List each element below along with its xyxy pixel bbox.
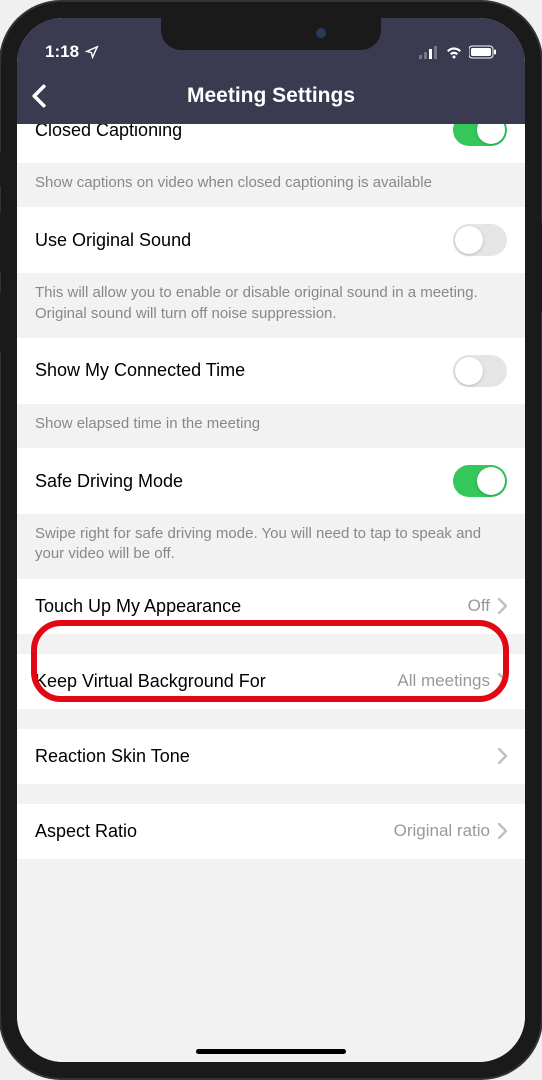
virtual-background-value: All meetings bbox=[397, 671, 490, 691]
safe-driving-description: Swipe right for safe driving mode. You w… bbox=[17, 514, 525, 579]
closed-captioning-toggle[interactable] bbox=[453, 124, 507, 146]
chevron-right-icon bbox=[498, 598, 507, 614]
touch-up-appearance-row[interactable]: Touch Up My Appearance Off bbox=[17, 579, 525, 634]
virtual-background-value-wrap: All meetings bbox=[397, 671, 507, 691]
back-button[interactable] bbox=[31, 84, 47, 108]
closed-captioning-label: Closed Captioning bbox=[35, 124, 453, 141]
original-sound-row[interactable]: Use Original Sound bbox=[17, 207, 525, 273]
touch-up-value: Off bbox=[468, 596, 490, 616]
chevron-right-icon bbox=[498, 673, 507, 689]
original-sound-label: Use Original Sound bbox=[35, 230, 453, 251]
settings-content[interactable]: Closed Captioning Show captions on video… bbox=[17, 124, 525, 1062]
reaction-skin-tone-row[interactable]: Reaction Skin Tone bbox=[17, 729, 525, 784]
chevron-right-icon bbox=[498, 748, 507, 764]
phone-notch bbox=[161, 18, 381, 50]
phone-volume-up bbox=[0, 212, 1, 272]
aspect-ratio-value-wrap: Original ratio bbox=[394, 821, 507, 841]
reaction-skin-tone-label: Reaction Skin Tone bbox=[35, 746, 490, 767]
connected-time-label: Show My Connected Time bbox=[35, 360, 453, 381]
virtual-background-label: Keep Virtual Background For bbox=[35, 671, 397, 692]
chevron-right-icon bbox=[498, 823, 507, 839]
connected-time-toggle[interactable] bbox=[453, 355, 507, 387]
original-sound-description: This will allow you to enable or disable… bbox=[17, 273, 525, 338]
spacer bbox=[17, 709, 525, 729]
reaction-skin-tone-value-wrap bbox=[490, 748, 507, 764]
virtual-background-row[interactable]: Keep Virtual Background For All meetings bbox=[17, 654, 525, 709]
status-left: 1:18 bbox=[45, 42, 99, 62]
nav-header: Meeting Settings bbox=[17, 68, 525, 124]
touch-up-label: Touch Up My Appearance bbox=[35, 596, 468, 617]
phone-frame: 1:18 Meeting Settings Closed Captioning … bbox=[1, 2, 541, 1078]
safe-driving-toggle[interactable] bbox=[453, 465, 507, 497]
phone-mute-switch bbox=[0, 152, 1, 187]
phone-screen: 1:18 Meeting Settings Closed Captioning … bbox=[17, 18, 525, 1062]
spacer bbox=[17, 634, 525, 654]
battery-icon bbox=[469, 45, 497, 59]
aspect-ratio-value: Original ratio bbox=[394, 821, 490, 841]
closed-captioning-description: Show captions on video when closed capti… bbox=[17, 163, 525, 207]
home-indicator[interactable] bbox=[196, 1049, 346, 1054]
status-right bbox=[419, 45, 497, 59]
chevron-left-icon bbox=[31, 84, 47, 108]
location-icon bbox=[85, 45, 99, 59]
cellular-icon bbox=[419, 45, 439, 59]
wifi-icon bbox=[445, 45, 463, 59]
aspect-ratio-row[interactable]: Aspect Ratio Original ratio bbox=[17, 804, 525, 859]
spacer bbox=[17, 784, 525, 804]
phone-volume-down bbox=[0, 292, 1, 352]
aspect-ratio-label: Aspect Ratio bbox=[35, 821, 394, 842]
status-time: 1:18 bbox=[45, 42, 79, 62]
safe-driving-row[interactable]: Safe Driving Mode bbox=[17, 448, 525, 514]
connected-time-description: Show elapsed time in the meeting bbox=[17, 404, 525, 448]
original-sound-toggle[interactable] bbox=[453, 224, 507, 256]
closed-captioning-row[interactable]: Closed Captioning bbox=[17, 124, 525, 163]
touch-up-value-wrap: Off bbox=[468, 596, 507, 616]
page-title: Meeting Settings bbox=[187, 84, 355, 108]
connected-time-row[interactable]: Show My Connected Time bbox=[17, 338, 525, 404]
safe-driving-label: Safe Driving Mode bbox=[35, 471, 453, 492]
